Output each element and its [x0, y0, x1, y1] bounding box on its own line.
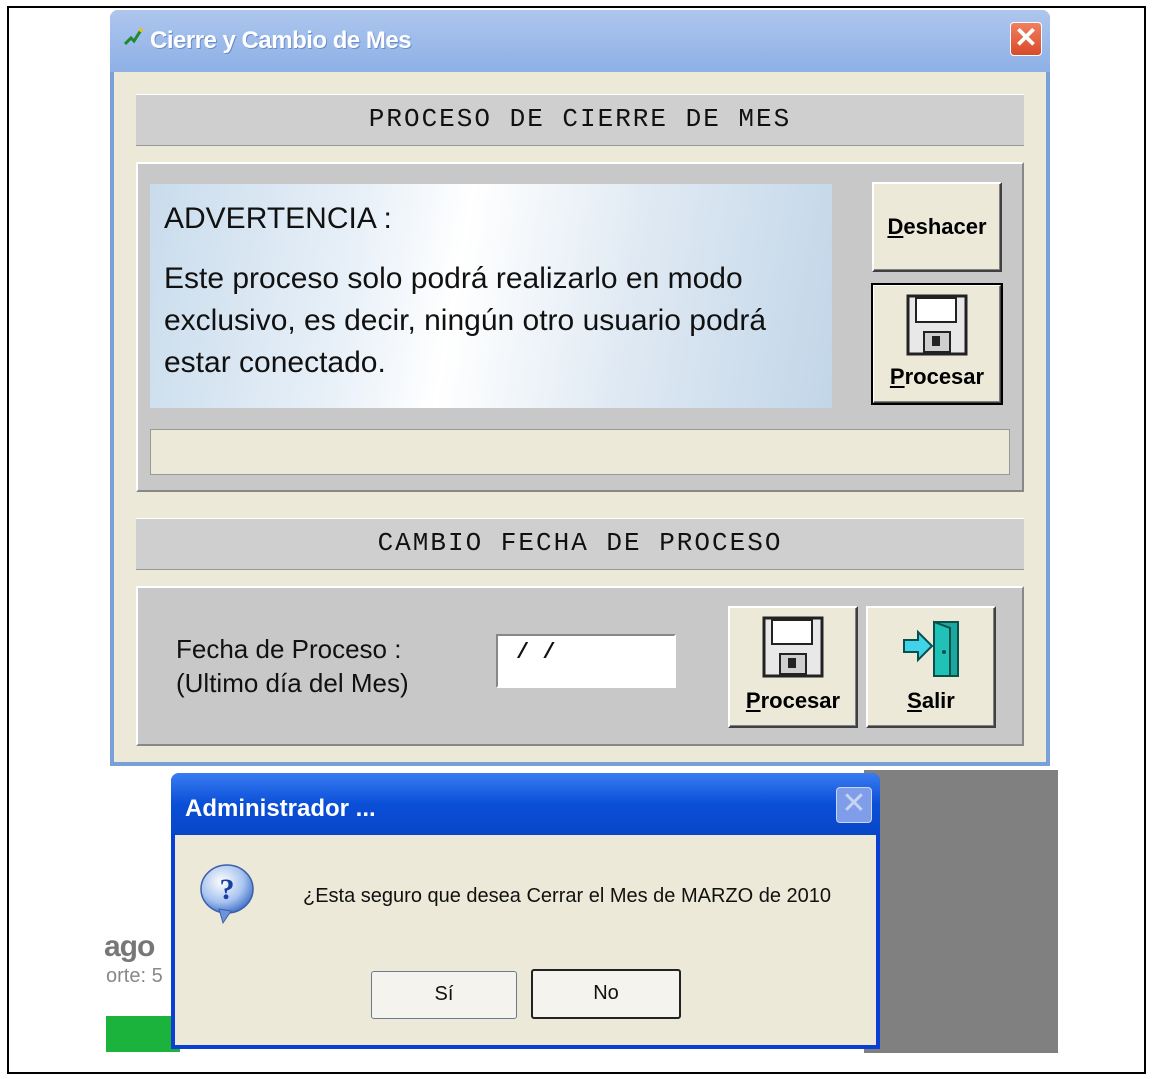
close-button[interactable]: ✕ [836, 787, 872, 823]
close-button[interactable]: ✕ [1010, 22, 1042, 56]
date-label-line2: (Ultimo día del Mes) [176, 668, 409, 698]
app-icon [123, 28, 143, 46]
section-header-change: CAMBIO FECHA DE PROCESO [136, 518, 1024, 570]
no-button[interactable]: No [531, 969, 681, 1019]
warning-text: Este proceso solo podrá realizarlo en mo… [164, 262, 767, 379]
confirm-message: ¿Esta seguro que desea Cerrar el Mes de … [303, 885, 832, 907]
exit-button[interactable]: Salir [866, 606, 996, 728]
date-label-line1: Fecha de Proceso : [176, 634, 402, 664]
process-date-button[interactable]: Procesar [728, 606, 858, 728]
main-window-body: PROCESO DE CIERRE DE MES ADVERTENCIA : E… [114, 72, 1046, 762]
date-label: Fecha de Proceso : (Ultimo día del Mes) [176, 632, 409, 700]
main-window: Cierre y Cambio de Mes ✕ PROCESO DE CIER… [110, 10, 1050, 766]
exit-button-label: alir [921, 688, 955, 713]
main-window-titlebar[interactable]: Cierre y Cambio de Mes ✕ [110, 10, 1050, 72]
process-button-hotkey: P [889, 364, 905, 389]
yes-button[interactable]: Sí [371, 971, 517, 1019]
confirm-dialog-body: ? ¿Esta seguro que desea Cerrar el Mes d… [175, 835, 876, 1045]
section-header-close: PROCESO DE CIERRE DE MES [136, 94, 1024, 146]
floppy-disk-icon [906, 294, 968, 356]
confirm-dialog: Administrador ... ✕ ? ¿Esta seguro que d… [171, 773, 880, 1049]
warning-banner: ADVERTENCIA : Este proceso solo podrá re… [150, 184, 832, 408]
exit-door-icon [903, 620, 959, 677]
background-text: orte: 5 [106, 965, 163, 987]
section-title: PROCESO DE CIERRE DE MES [368, 104, 792, 134]
confirm-dialog-title: Administrador ... [185, 795, 376, 822]
undo-button-hotkey: D [887, 214, 904, 239]
undo-button[interactable]: Deshacer [872, 182, 1002, 272]
section-title: CAMBIO FECHA DE PROCESO [377, 528, 783, 558]
background-text: ago [104, 930, 155, 963]
process-button-hotkey: P [745, 688, 761, 713]
floppy-disk-icon [762, 616, 824, 678]
process-close-button[interactable]: Procesar [871, 283, 1003, 405]
warning-title: ADVERTENCIA : [164, 202, 392, 235]
background-panel [864, 770, 1058, 1053]
question-icon: ? [200, 864, 254, 925]
process-button-label: rocesar [760, 688, 841, 713]
main-window-title: Cierre y Cambio de Mes [150, 27, 412, 54]
svg-text:?: ? [220, 873, 235, 906]
process-date-field[interactable]: / / [496, 634, 676, 688]
progress-status-bar [150, 429, 1010, 475]
exit-button-hotkey: S [907, 688, 922, 713]
process-button-label: rocesar [904, 364, 985, 389]
undo-button-label: eshacer [903, 214, 987, 239]
confirm-dialog-titlebar[interactable]: Administrador ... ✕ [171, 773, 880, 835]
background-green-bar [106, 1016, 180, 1052]
